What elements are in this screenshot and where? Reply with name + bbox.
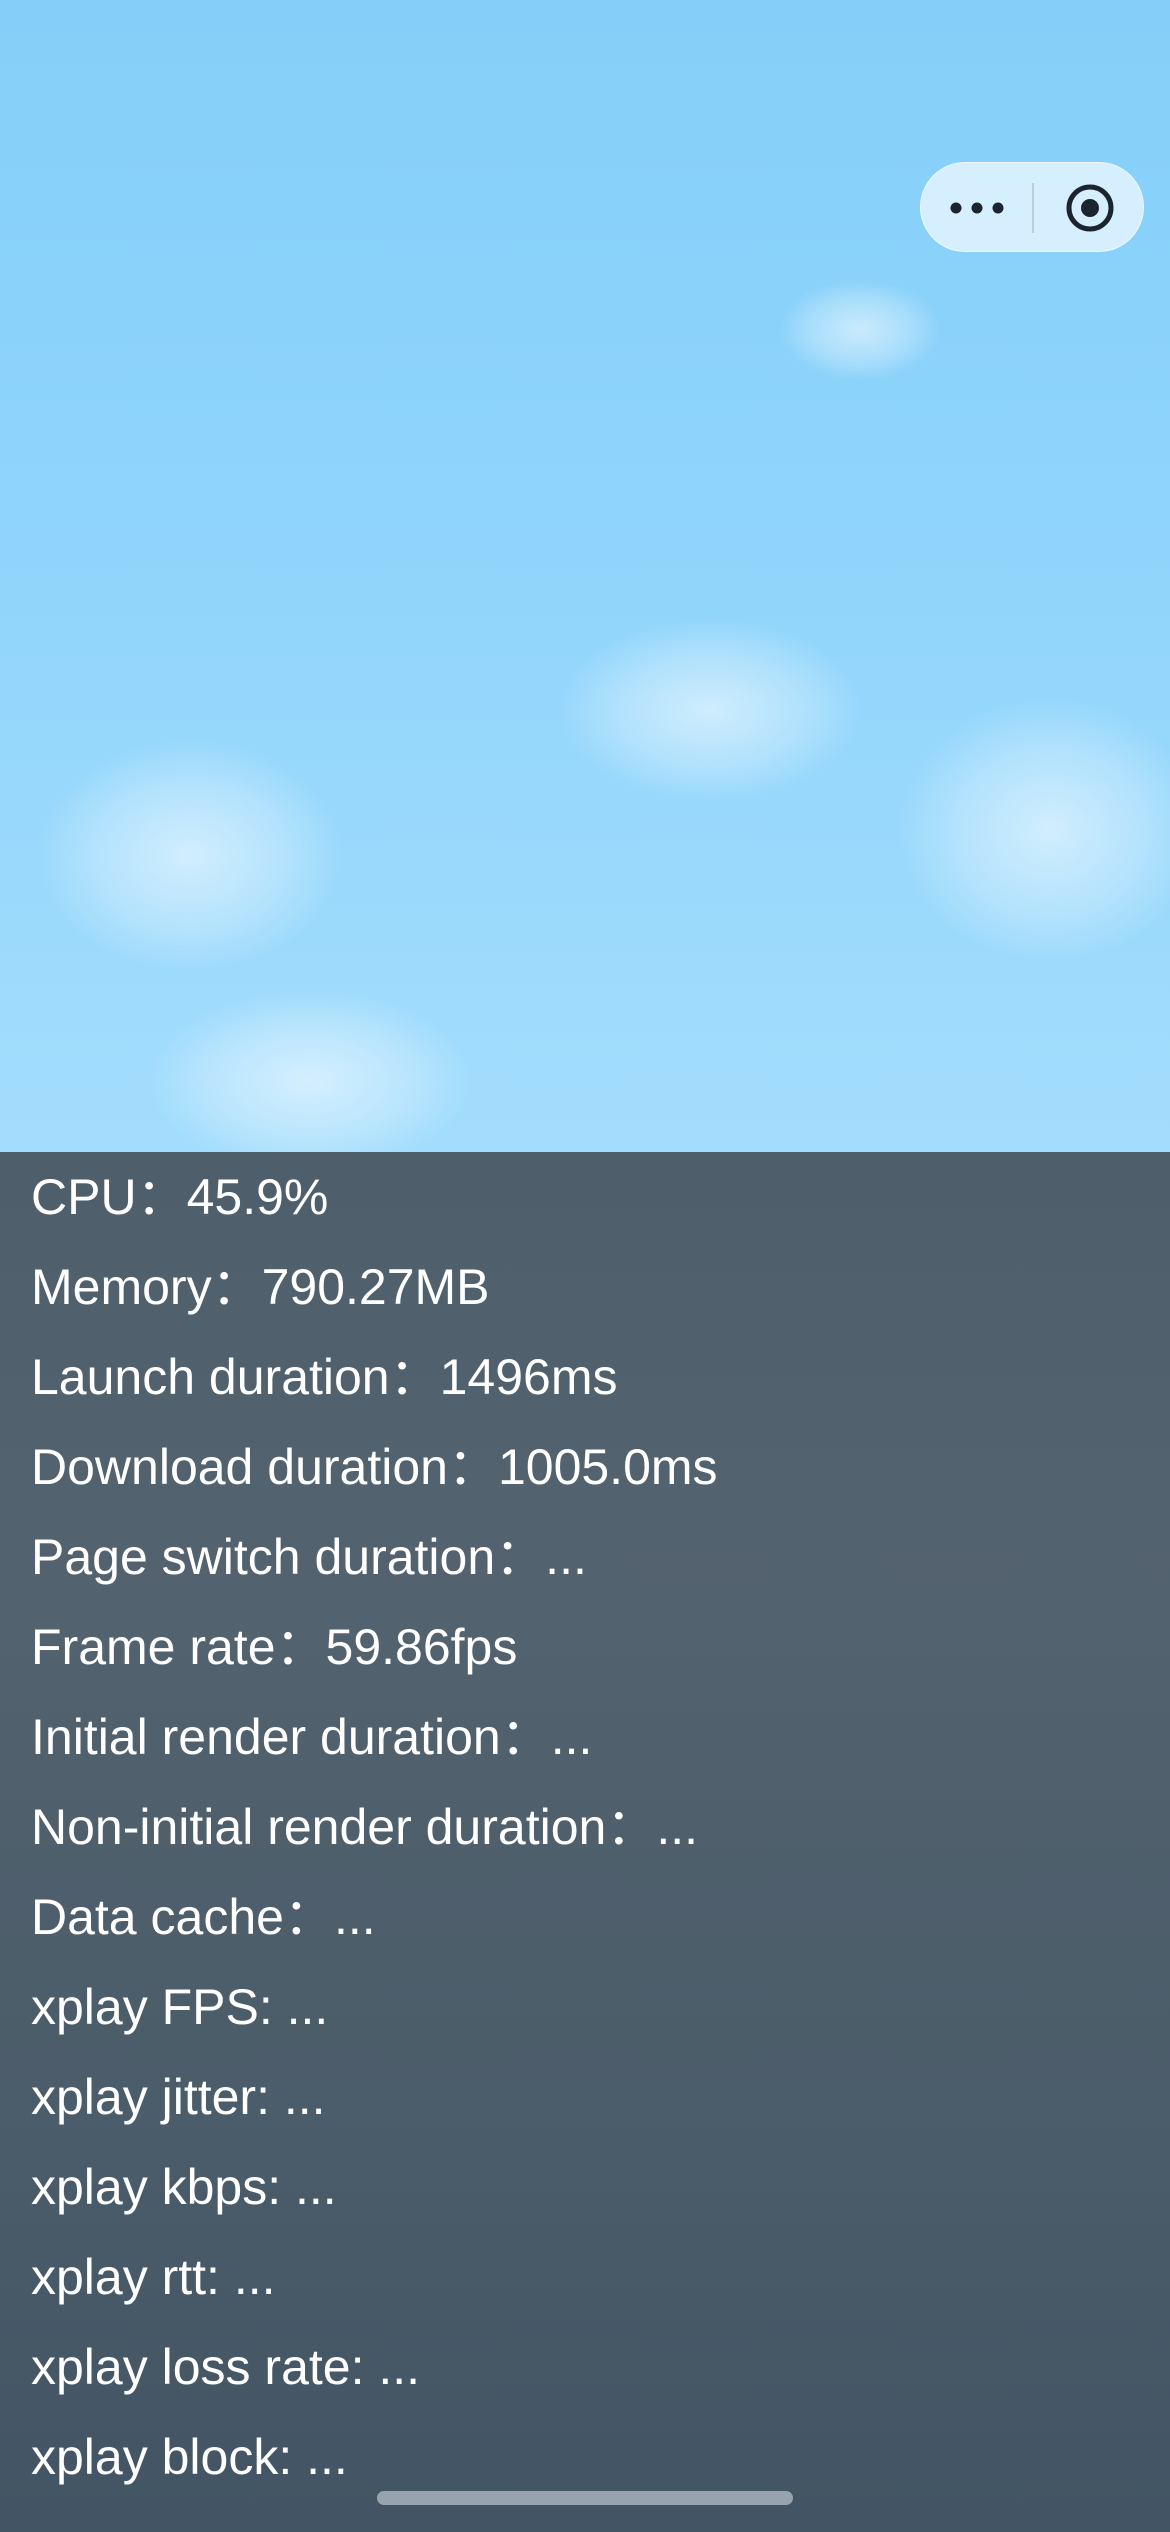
stat-value: ... [550,1709,593,1765]
stat-value: ... [286,1979,329,2035]
stat-value: 59.86fps [325,1619,518,1675]
stat-memory: Memory：790.27MB [31,1242,490,1332]
stat-value: ... [283,2069,326,2125]
stat-value: ... [378,2339,421,2395]
app-screen: CPU：45.9% Memory：790.27MB Launch duratio… [0,0,1170,2532]
stat-value: ... [656,1799,699,1855]
stat-value: 790.27MB [261,1259,490,1315]
cloud [40,740,340,970]
stat-xplay-fps: xplay FPS: ... [31,1962,328,2052]
stat-label: CPU： [31,1169,187,1225]
close-button[interactable] [1034,163,1145,253]
stat-value: 1496ms [439,1349,618,1405]
stat-xplay-jitter: xplay jitter: ... [31,2052,326,2142]
stat-value: ... [306,2429,348,2485]
stat-label: Memory： [31,1259,262,1315]
more-button[interactable] [921,163,1032,253]
stat-xplay-loss-rate: xplay loss rate: ... [31,2322,420,2412]
home-indicator[interactable] [377,2491,793,2505]
cloud [900,700,1170,960]
stat-label: xplay loss rate: [31,2339,379,2395]
cloud [560,620,860,800]
stat-label: Page switch duration： [31,1529,546,1585]
stat-value: ... [333,1889,376,1945]
stat-xplay-kbps: xplay kbps: ... [31,2142,337,2232]
stat-label: Download duration： [31,1439,498,1495]
stat-non-initial-render-duration: Non-initial render duration：... [31,1782,698,1872]
stat-label: xplay rtt: [31,2249,234,2305]
stat-value: ... [545,1529,587,1585]
stat-label: Non-initial render duration： [31,1799,657,1855]
stat-label: xplay jitter: [31,2069,284,2125]
stat-download-duration: Download duration：1005.0ms [31,1422,718,1512]
stat-value: ... [295,2159,337,2215]
stat-frame-rate: Frame rate：59.86fps [31,1602,517,1692]
stat-label: Frame rate： [31,1619,326,1675]
mini-program-capsule [920,162,1144,252]
stat-xplay-rtt: xplay rtt: ... [31,2232,276,2322]
cloud [780,280,940,380]
stat-value: 1005.0ms [497,1439,718,1495]
stat-data-cache: Data cache：... [31,1872,376,1962]
performance-panel: CPU：45.9% Memory：790.27MB Launch duratio… [0,1152,1170,2532]
stat-label: Data cache： [31,1889,334,1945]
stat-label: Initial render duration： [31,1709,551,1765]
stat-label: xplay FPS: [31,1979,287,2035]
record-circle-icon [1066,184,1113,232]
stat-label: xplay kbps: [31,2159,296,2215]
stat-value: ... [233,2249,276,2305]
stat-launch-duration: Launch duration：1496ms [31,1332,618,1422]
stat-label: Launch duration： [31,1349,440,1405]
stat-page-switch-duration: Page switch duration：... [31,1512,587,1602]
more-dots-icon [950,202,1003,214]
stat-cpu: CPU：45.9% [31,1152,328,1242]
cloud [150,990,470,1152]
stat-initial-render-duration: Initial render duration：... [31,1692,592,1782]
stat-value: 45.9% [186,1169,329,1225]
stat-xplay-block: xplay block: ... [31,2412,348,2502]
stat-label: xplay block: [31,2429,307,2485]
